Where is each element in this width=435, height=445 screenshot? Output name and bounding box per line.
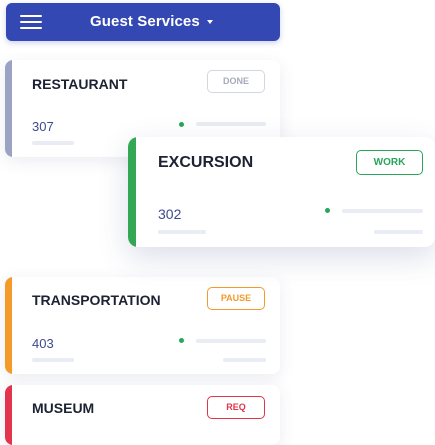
card-title: TRANSPORTATION: [32, 292, 161, 308]
placeholder-bar: [196, 122, 266, 126]
placeholder-bar: [196, 339, 266, 343]
service-card-transportation[interactable]: TRANSPORTATION PAUSE 403: [5, 277, 280, 374]
status-badge[interactable]: WORK: [356, 150, 423, 175]
hamburger-menu-icon[interactable]: [20, 15, 42, 29]
room-number: 403: [32, 336, 54, 351]
caret-down-icon[interactable]: [207, 20, 213, 24]
placeholder-bar: [158, 230, 206, 234]
card-title: MUSEUM: [32, 400, 95, 416]
status-dot: [179, 122, 184, 127]
status-stripe: [5, 277, 12, 374]
service-selector[interactable]: Guest Services: [90, 13, 200, 30]
app-header: Guest Services: [6, 3, 280, 41]
placeholder-bar: [374, 230, 423, 234]
status-stripe: [5, 385, 12, 445]
status-stripe: [5, 60, 12, 157]
status-dot: [179, 338, 184, 343]
placeholder-bar: [223, 358, 266, 362]
status-stripe: [128, 137, 136, 247]
placeholder-bar: [32, 141, 74, 145]
status-badge[interactable]: PAUSE: [207, 287, 265, 310]
placeholder-bar: [342, 209, 423, 213]
service-card-excursion[interactable]: EXCURSION WORK 302: [128, 137, 435, 247]
card-title: RESTAURANT: [32, 76, 128, 92]
card-title: EXCURSION: [158, 154, 254, 171]
status-badge[interactable]: REQ: [207, 396, 265, 419]
status-dot: [325, 208, 330, 213]
service-card-museum[interactable]: MUSEUM REQ: [5, 385, 280, 445]
status-badge[interactable]: DONE: [207, 70, 265, 93]
room-number: 307: [32, 119, 54, 134]
placeholder-bar: [32, 358, 74, 362]
room-number: 302: [158, 206, 182, 222]
